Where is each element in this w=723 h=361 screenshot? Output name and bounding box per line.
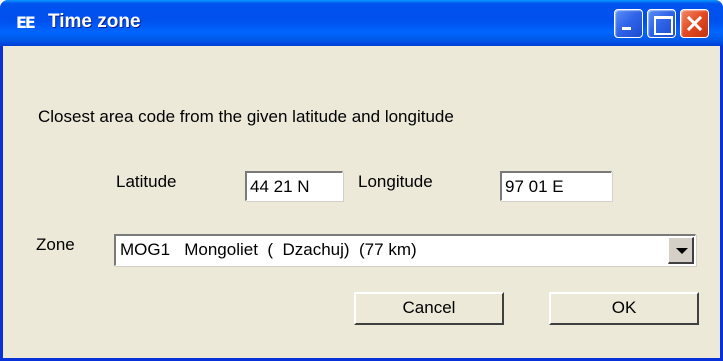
maximize-button[interactable] [647, 9, 676, 38]
title-bar[interactable]: ΕΕ Time zone [0, 0, 723, 46]
zone-label: Zone [36, 235, 75, 254]
longitude-field[interactable]: 97 01 E [500, 171, 612, 201]
latitude-field[interactable]: 44 21 N [245, 171, 343, 201]
dropdown-arrow-button[interactable] [668, 237, 694, 264]
window-title: Time zone [48, 11, 141, 32]
latitude-label: Latitude [116, 172, 177, 191]
app-ee-icon: ΕΕ [16, 13, 36, 32]
ok-button[interactable]: OK [549, 292, 699, 325]
time-zone-dialog: ΕΕ Time zone Closest area code from the … [0, 0, 723, 361]
longitude-label: Longitude [358, 172, 433, 191]
close-button[interactable] [680, 9, 709, 38]
cancel-button[interactable]: Cancel [354, 292, 504, 325]
close-icon [687, 16, 702, 31]
minimize-button[interactable] [614, 9, 643, 38]
description-text: Closest area code from the given latitud… [38, 107, 454, 126]
zone-select[interactable]: MOG1 Mongoliet ( Dzachuj) (77 km) [114, 234, 696, 266]
zone-selected-value: MOG1 Mongoliet ( Dzachuj) (77 km) [120, 240, 417, 259]
